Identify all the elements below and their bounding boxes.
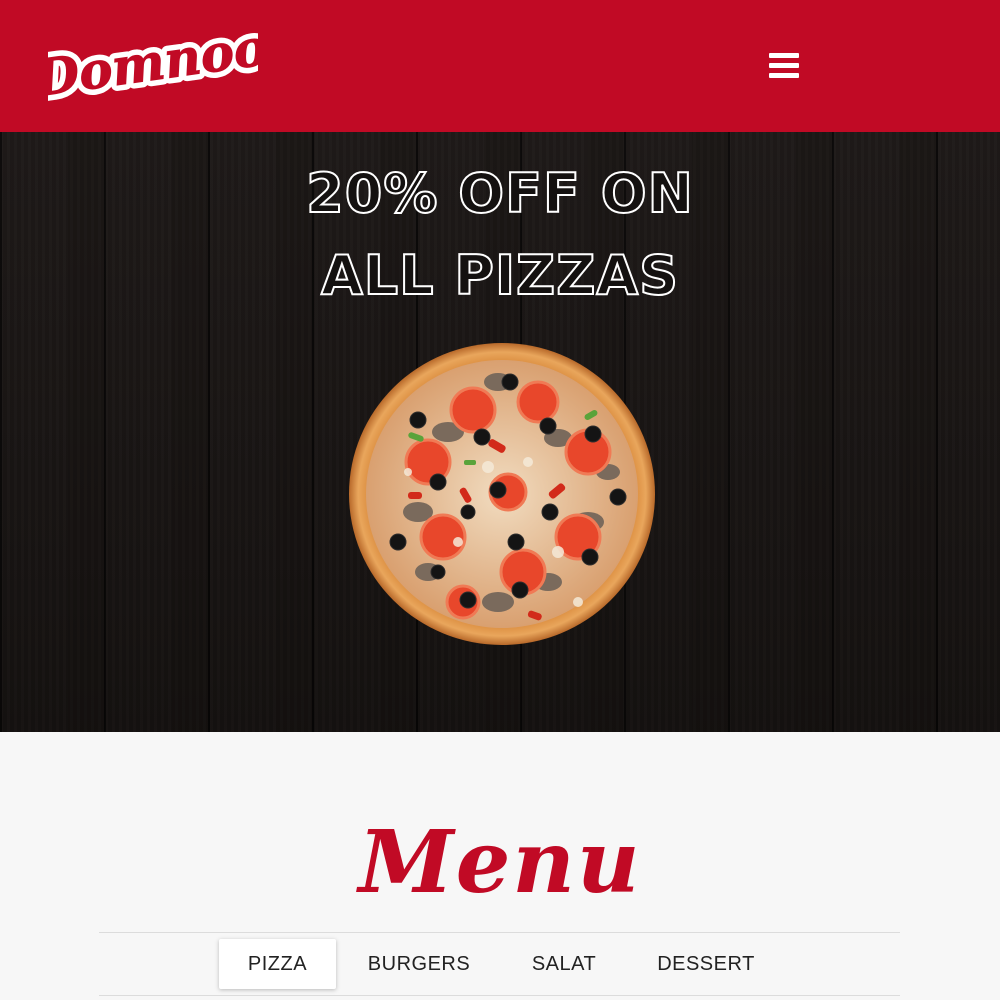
svg-text:Domnoo: Domnoo	[48, 18, 258, 108]
menu-heading: Menu	[358, 812, 642, 913]
hero-headline-line2: ALL PIZZAS	[320, 243, 680, 308]
tab-dessert[interactable]: DESSERT	[639, 939, 773, 989]
brand-logo[interactable]: Domnoo Domnoo	[48, 18, 258, 110]
hero-headline-line1: 20% OFF ON	[305, 161, 694, 226]
hero-banner: 20% OFF ON ALL PIZZAS	[0, 132, 1000, 732]
menu-category-tabs: PIZZA BURGERS SALAT DESSERT	[99, 932, 900, 996]
tab-burgers[interactable]: BURGERS	[353, 939, 485, 989]
site-header: Domnoo Domnoo	[0, 0, 1000, 132]
pizza-image	[348, 342, 656, 646]
tab-pizza[interactable]: PIZZA	[219, 939, 336, 989]
tab-salat[interactable]: SALAT	[509, 939, 619, 989]
hamburger-menu-icon[interactable]	[766, 50, 802, 82]
logo-graphic: Domnoo Domnoo	[48, 18, 258, 110]
